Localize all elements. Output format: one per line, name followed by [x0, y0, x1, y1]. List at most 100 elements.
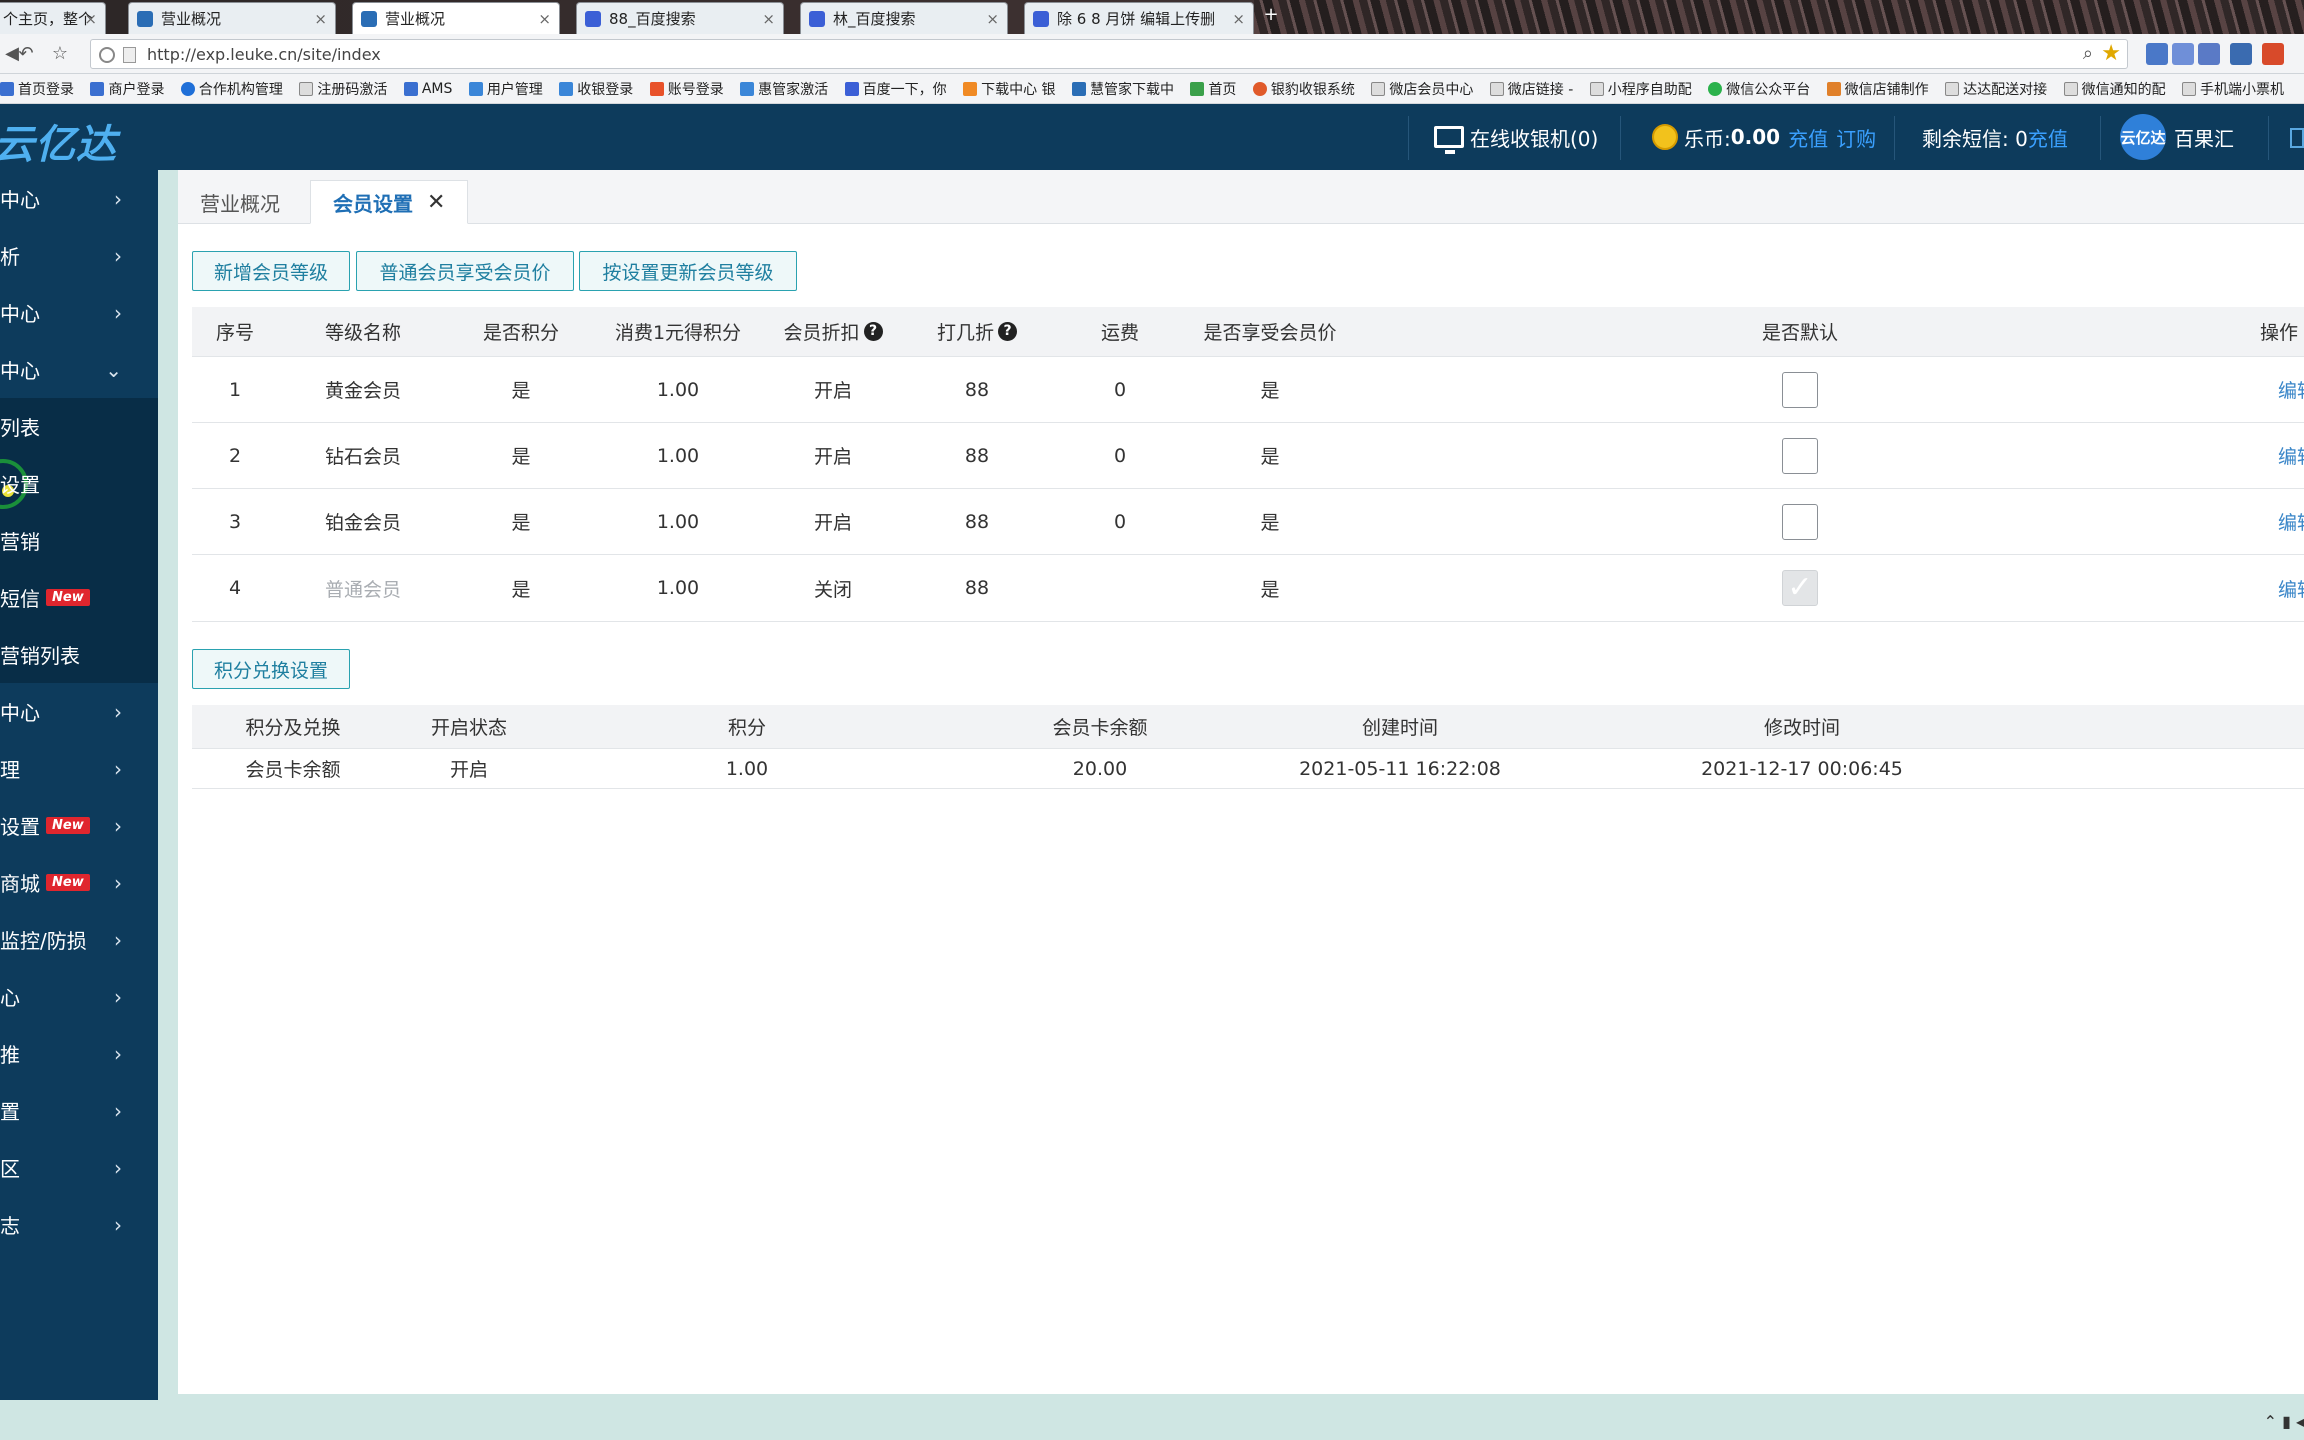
tab-business-overview[interactable]: 营业概况: [178, 180, 302, 224]
close-icon[interactable]: ×: [84, 10, 97, 28]
bookmark-item[interactable]: 合作机构管理: [180, 74, 283, 103]
online-cashier[interactable]: 在线收银机(0): [1434, 104, 1598, 170]
default-checkbox[interactable]: [1782, 437, 1818, 474]
help-icon[interactable]: ?: [998, 322, 1017, 341]
bookmark-item[interactable]: 小程序自助配: [1589, 74, 1692, 103]
sidebar-item[interactable]: 设置 New ›: [0, 797, 158, 854]
sidebar-item-label: 理: [0, 758, 20, 782]
bookmark-item[interactable]: 微店会员中心: [1371, 74, 1473, 103]
sidebar-item-expanded[interactable]: 中心 ⌄: [0, 341, 158, 398]
browser-tab[interactable]: 林_百度搜索 ×: [800, 2, 1008, 34]
bookmark-item[interactable]: 首页: [1190, 74, 1236, 103]
extension-icon[interactable]: [2198, 43, 2220, 65]
sidebar-item[interactable]: 置 ›: [0, 1082, 158, 1139]
close-icon[interactable]: ×: [314, 10, 327, 28]
sms-recharge-link[interactable]: 充值: [2028, 123, 2068, 152]
close-icon[interactable]: ×: [762, 10, 775, 28]
column-header: 是否积分: [482, 322, 559, 344]
close-icon[interactable]: ×: [538, 10, 551, 28]
bookmark-item[interactable]: AMS: [403, 74, 452, 103]
bookmark-item[interactable]: 下载中心 银: [963, 74, 1056, 103]
new-tab-button[interactable]: +: [1258, 4, 1284, 26]
update-member-level-button[interactable]: 按设置更新会员等级: [579, 251, 797, 291]
chevron-right-icon: ›: [114, 1212, 122, 1237]
new-badge: New: [46, 817, 90, 834]
bookmark-item[interactable]: 商户登录: [90, 74, 164, 103]
bookmark-item[interactable]: 慧管家下载中: [1071, 74, 1174, 103]
extension-icon[interactable]: [2172, 43, 2194, 65]
sidebar-item[interactable]: 理 ›: [0, 740, 158, 797]
user-menu[interactable]: 云亿达 百果汇: [2120, 104, 2234, 170]
sidebar-subitem[interactable]: 短信 New: [0, 569, 158, 626]
bookmark-item[interactable]: 达达配送对接: [1945, 74, 2047, 103]
bookmark-item[interactable]: 惠管家激活: [740, 74, 828, 103]
bookmark-item[interactable]: 百度一下，你: [844, 74, 947, 103]
bookmark-item[interactable]: 用户管理: [468, 74, 543, 103]
default-checkbox[interactable]: [1782, 503, 1818, 540]
sidebar-item[interactable]: 中心 ›: [0, 683, 158, 740]
bookmark-item[interactable]: 手机端小票机: [2182, 74, 2284, 103]
star-outline-icon[interactable]: ☆: [48, 42, 72, 66]
bookmark-item[interactable]: 银豹收银系统: [1252, 74, 1355, 103]
sidebar-item[interactable]: 中心 ›: [0, 170, 158, 227]
url-text[interactable]: http://exp.leuke.cn/site/index: [147, 45, 381, 64]
extension-icon[interactable]: [2230, 43, 2252, 65]
sidebar-subitem[interactable]: 列表: [0, 398, 158, 455]
sidebar-item-label: 中心: [0, 302, 40, 326]
add-member-level-button[interactable]: 新增会员等级: [192, 251, 350, 291]
sidebar-item[interactable]: 中心 ›: [0, 284, 158, 341]
sidebar-item[interactable]: 推 ›: [0, 1025, 158, 1082]
app-logo[interactable]: 云亿达: [0, 112, 117, 170]
sidebar-item[interactable]: 志 ›: [0, 1196, 158, 1253]
close-icon[interactable]: ✕: [427, 190, 445, 215]
address-bar[interactable]: http://exp.leuke.cn/site/index ⌕ ★: [90, 39, 2128, 69]
column-header-label: 打几折: [936, 322, 994, 344]
points-exchange-settings-button[interactable]: 积分兑换设置: [192, 649, 350, 689]
system-tray[interactable]: ⌃ ▮ ◂: [2264, 1412, 2304, 1431]
browser-tab[interactable]: 除 6 8 月饼 编辑上传删 ×: [1024, 2, 1254, 34]
edit-link[interactable]: 编辑: [2278, 489, 2304, 554]
browser-tab[interactable]: 个主页，整个 ×: [0, 2, 106, 34]
sidebar-item[interactable]: 商城 New ›: [0, 854, 158, 911]
undo-icon[interactable]: ↶: [14, 42, 38, 66]
default-checkbox[interactable]: [1782, 371, 1818, 408]
bookmark-item[interactable]: 注册码激活: [299, 74, 387, 103]
cell-freight: [1050, 555, 1190, 621]
tab-label: 营业概况: [200, 191, 280, 216]
avatar: 云亿达: [2120, 114, 2166, 160]
bookmark-item[interactable]: 收银登录: [559, 74, 633, 103]
extension-icon[interactable]: [2146, 43, 2168, 65]
bookmark-item[interactable]: 微信店铺制作: [1826, 74, 1929, 103]
close-icon[interactable]: ×: [986, 10, 999, 28]
browser-tab[interactable]: 88_百度搜索 ×: [576, 2, 784, 34]
bookmark-item[interactable]: 微信通知的配: [2063, 74, 2166, 103]
zoom-icon[interactable]: ⌕: [2083, 43, 2093, 64]
sidebar-item[interactable]: 析 ›: [0, 227, 158, 284]
sidebar-subitem[interactable]: 营销列表: [0, 626, 158, 683]
recharge-link[interactable]: 充值: [1788, 123, 1828, 152]
bookmark-item[interactable]: 账号登录: [649, 74, 724, 103]
edit-link[interactable]: 编辑: [2278, 357, 2304, 422]
sidebar-item[interactable]: 区 ›: [0, 1139, 158, 1196]
close-icon[interactable]: ×: [1232, 10, 1245, 28]
sidebar-subitem[interactable]: 营销: [0, 512, 158, 569]
chevron-right-icon: ›: [114, 870, 122, 895]
sidebar-item[interactable]: 心 ›: [0, 968, 158, 1025]
browser-tab-active[interactable]: 营业概况 ×: [352, 2, 560, 34]
help-icon[interactable]: ?: [863, 322, 883, 341]
sidebar-subitem-active[interactable]: 设置: [0, 455, 158, 512]
tab-member-settings[interactable]: 会员设置 ✕: [310, 180, 469, 224]
bookmark-star-icon[interactable]: ★: [2101, 41, 2121, 66]
edit-link[interactable]: 编辑: [2278, 555, 2304, 621]
order-link[interactable]: 订购: [1836, 123, 1876, 152]
bookmark-item[interactable]: 微店链接 -: [1489, 74, 1573, 103]
user-name: 百果汇: [2174, 126, 2234, 151]
normal-member-price-button[interactable]: 普通会员享受会员价: [356, 251, 574, 291]
extension-icon[interactable]: [2262, 43, 2284, 65]
sidebar-item[interactable]: 监控/防损 ›: [0, 911, 158, 968]
edit-link[interactable]: 编辑: [2278, 423, 2304, 488]
browser-tab[interactable]: 营业概况 ×: [128, 2, 336, 34]
bookmark-item[interactable]: 微信公众平台: [1708, 74, 1810, 103]
bookmark-item[interactable]: 首页登录: [0, 74, 74, 103]
logout-icon[interactable]: [2290, 128, 2304, 148]
